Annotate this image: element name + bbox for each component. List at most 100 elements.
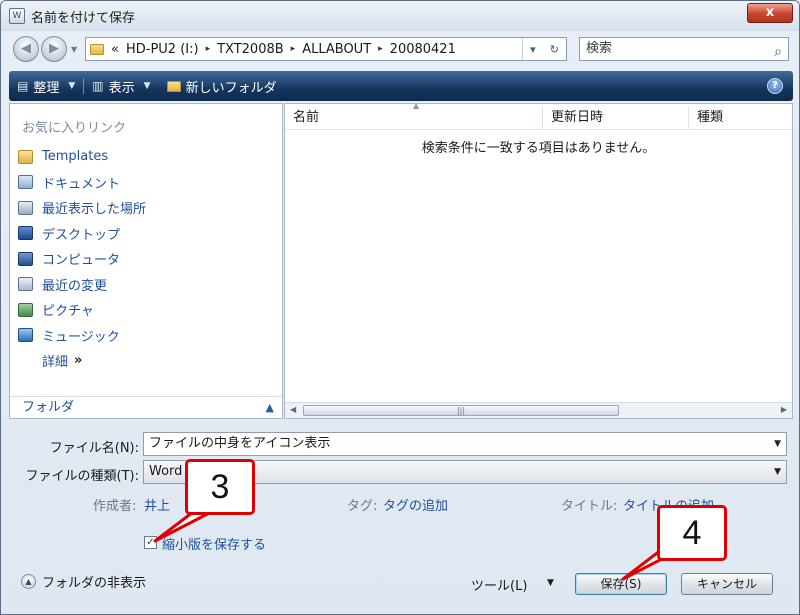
- organize-label: 整理: [33, 80, 60, 96]
- search-placeholder: 検索: [586, 41, 613, 56]
- chevron-up-circle-icon: ▲: [21, 574, 36, 589]
- sidebar-more-link[interactable]: 詳細 »: [42, 348, 278, 372]
- author-field[interactable]: 井上: [144, 495, 170, 514]
- sidebar-item-computer[interactable]: コンピュータ: [18, 246, 278, 272]
- breadcrumb-folder[interactable]: ALLABOUT: [302, 42, 371, 57]
- breadcrumb-current[interactable]: 20080421: [390, 42, 456, 57]
- history-dropdown-icon[interactable]: ▼: [71, 45, 77, 54]
- sort-indicator-icon: ▲: [413, 101, 420, 110]
- sidebar-item-label: ピクチャ: [42, 304, 94, 320]
- sidebar-item-label: 最近表示した場所: [42, 202, 147, 218]
- sidebar-item-music[interactable]: ミュージック: [18, 323, 278, 349]
- tags-field[interactable]: タグの追加: [383, 495, 448, 514]
- folders-toggle[interactable]: フォルダ ▲: [10, 396, 282, 418]
- command-bar: ▤ 整理 ▼ ▥ 表示 ▼ 新しいフォルダ ?: [9, 71, 793, 101]
- recent-places-icon: [18, 200, 33, 215]
- address-controls: ▾ ↻: [522, 38, 566, 60]
- new-folder-icon: [166, 80, 181, 92]
- column-header-modified[interactable]: 更新日時: [543, 106, 689, 129]
- organize-button[interactable]: ▤ 整理 ▼: [9, 71, 83, 101]
- author-label: 作成者:: [93, 499, 137, 514]
- sidebar-item-documents[interactable]: ドキュメント: [18, 170, 278, 196]
- views-button[interactable]: ▥ 表示 ▼: [84, 71, 158, 101]
- address-bar[interactable]: « HD-PU2 (I:) ▸ TXT2008B ▸ ALLABOUT ▸ 20…: [85, 37, 567, 61]
- search-input[interactable]: 検索 ⌕: [579, 37, 789, 61]
- file-list-pane: 名前 更新日時 種類 ▲ 検索条件に一致する項目はありません。 ◀ ||| ▶: [284, 101, 793, 419]
- save-button[interactable]: 保存(S): [575, 573, 667, 595]
- sidebar-item-label: Templates: [42, 149, 109, 165]
- filetype-label: ファイルの種類(T):: [25, 469, 139, 484]
- sidebar-item-recent-changes[interactable]: 最近の変更: [18, 272, 278, 298]
- sidebar-item-recent-places[interactable]: 最近表示した場所: [18, 195, 278, 221]
- address-dropdown-icon[interactable]: ▾: [530, 43, 536, 56]
- callout-4: 4: [657, 505, 727, 561]
- filename-input[interactable]: ファイルの中身をアイコン表示 ▼: [143, 432, 787, 456]
- address-row: ◀ ▶ ▼ « HD-PU2 (I:) ▸ TXT2008B ▸ ALLABOU…: [1, 31, 799, 67]
- tools-menu[interactable]: ツール(L): [471, 575, 527, 594]
- filetype-value: Word: [149, 464, 183, 479]
- doc-title-label: タイトル:: [561, 499, 618, 514]
- sidebar-item-label: デスクトップ: [42, 227, 121, 243]
- chevron-down-icon[interactable]: ▼: [547, 578, 554, 588]
- folder-icon: [90, 43, 104, 55]
- chevron-down-icon: ▼: [68, 81, 76, 91]
- chevron-down-icon[interactable]: ▼: [774, 461, 781, 483]
- breadcrumb-drive[interactable]: HD-PU2 (I:): [126, 42, 199, 57]
- folder-icon: [18, 149, 33, 164]
- hide-folders-button[interactable]: ▲ フォルダの非表示: [21, 572, 146, 591]
- sidebar-item-label: ドキュメント: [42, 176, 121, 192]
- horizontal-scrollbar[interactable]: ◀ ||| ▶: [285, 402, 792, 418]
- breadcrumb-folder[interactable]: TXT2008B: [217, 42, 284, 57]
- folders-label: フォルダ: [22, 400, 75, 415]
- save-thumbnail-label[interactable]: 縮小版を保存する: [162, 534, 266, 553]
- breadcrumb-separator-icon[interactable]: ▸: [291, 44, 296, 54]
- sidebar-item-label: 最近の変更: [42, 278, 108, 294]
- favorite-links-header: お気に入りリンク: [22, 121, 127, 136]
- search-icon[interactable]: ⌕: [774, 41, 782, 63]
- views-icon: ▥: [92, 79, 104, 93]
- sidebar-item-desktop[interactable]: デスクトップ: [18, 221, 278, 247]
- chevron-down-icon[interactable]: ▼: [774, 433, 781, 455]
- close-button[interactable]: x: [747, 3, 793, 23]
- chevron-double-right-icon: »: [74, 352, 83, 368]
- sidebar-item-label: ミュージック: [42, 329, 120, 345]
- navigation-pane: お気に入りリンク Templates ドキュメント 最近表示した場所 デスクトッ…: [9, 103, 283, 419]
- sidebar-item-templates[interactable]: Templates: [18, 144, 278, 170]
- chevron-up-icon: ▲: [265, 401, 274, 414]
- forward-button[interactable]: ▶: [41, 36, 67, 62]
- word-app-icon: W: [9, 8, 25, 24]
- sidebar-item-label: コンピュータ: [42, 253, 121, 269]
- chevron-down-icon: ▼: [143, 81, 151, 91]
- pictures-icon: [18, 302, 33, 317]
- back-button[interactable]: ◀: [13, 36, 39, 62]
- column-headers: 名前 更新日時 種類: [285, 106, 792, 130]
- refresh-icon[interactable]: ↻: [550, 43, 559, 56]
- organize-icon: ▤: [17, 79, 29, 93]
- save-thumbnail-checkbox[interactable]: ✓: [144, 536, 157, 549]
- breadcrumb-separator-icon[interactable]: ▸: [378, 44, 383, 54]
- new-folder-label: 新しいフォルダ: [185, 80, 277, 96]
- scroll-left-icon[interactable]: ◀: [290, 405, 296, 414]
- empty-message: 検索条件に一致する項目はありません。: [421, 141, 656, 156]
- hide-folders-label: フォルダの非表示: [42, 576, 147, 591]
- desktop-icon: [18, 226, 33, 241]
- cancel-button[interactable]: キャンセル: [681, 573, 773, 595]
- music-icon: [18, 328, 33, 343]
- views-label: 表示: [108, 80, 135, 96]
- favorite-links-list: Templates ドキュメント 最近表示した場所 デスクトップ コンピュータ …: [18, 144, 278, 372]
- sidebar-item-pictures[interactable]: ピクチャ: [18, 297, 278, 323]
- callout-3: 3: [185, 459, 255, 515]
- address-overflow-icon[interactable]: «: [111, 42, 119, 57]
- new-folder-button[interactable]: 新しいフォルダ: [159, 71, 285, 101]
- more-label: 詳細: [42, 354, 69, 370]
- recent-changes-icon: [18, 277, 33, 292]
- window-title: 名前を付けて保存: [31, 11, 136, 26]
- breadcrumb-separator-icon[interactable]: ▸: [206, 44, 211, 54]
- save-as-dialog: W 名前を付けて保存 x ◀ ▶ ▼ « HD-PU2 (I:) ▸ TXT20…: [0, 0, 800, 615]
- column-header-type[interactable]: 種類: [689, 106, 792, 129]
- scroll-right-icon[interactable]: ▶: [781, 405, 787, 414]
- scroll-thumb[interactable]: |||: [303, 405, 619, 416]
- filename-value: ファイルの中身をアイコン表示: [149, 436, 331, 451]
- title-bar: W 名前を付けて保存 x: [1, 1, 799, 31]
- help-icon[interactable]: ?: [767, 78, 783, 94]
